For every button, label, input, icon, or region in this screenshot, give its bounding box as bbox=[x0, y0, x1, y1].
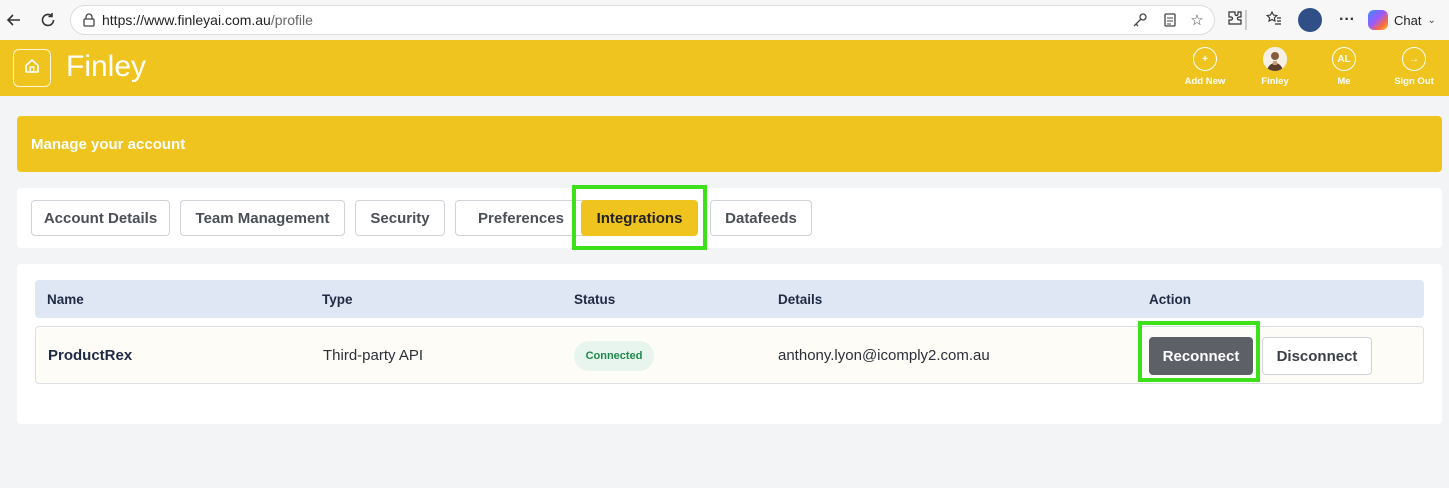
disconnect-button[interactable]: Disconnect bbox=[1262, 337, 1372, 375]
tab-account-details[interactable]: Account Details bbox=[31, 200, 170, 236]
finley-avatar-icon bbox=[1263, 47, 1287, 71]
manage-account-banner: Manage your account bbox=[17, 116, 1442, 172]
tab-preferences[interactable]: Preferences bbox=[455, 200, 587, 236]
tab-security[interactable]: Security bbox=[355, 200, 445, 236]
chat-label: Chat bbox=[1394, 12, 1422, 28]
home-icon bbox=[23, 57, 41, 80]
integration-details: anthony.lyon@icomply2.com.au bbox=[778, 347, 990, 364]
home-button[interactable] bbox=[13, 49, 51, 87]
finley-label: Finley bbox=[1261, 76, 1289, 87]
copilot-chat-button[interactable]: Chat ⌄ bbox=[1368, 7, 1448, 33]
status-badge: Connected bbox=[574, 341, 654, 371]
chevron-down-icon: ⌄ bbox=[1427, 14, 1436, 26]
divider bbox=[1245, 10, 1247, 30]
add-new-label: Add New bbox=[1184, 76, 1226, 87]
plus-icon: + bbox=[1193, 47, 1217, 71]
arrow-right-icon: → bbox=[1402, 47, 1426, 71]
sign-out-button[interactable]: → Sign Out bbox=[1384, 47, 1444, 87]
integration-name: ProductRex bbox=[48, 347, 133, 364]
favorite-star-icon[interactable]: ☆ bbox=[1188, 12, 1206, 30]
column-header-name: Name bbox=[47, 292, 84, 307]
lock-icon bbox=[81, 12, 97, 28]
favorites-icon[interactable] bbox=[1263, 9, 1285, 31]
url-path: /profile bbox=[270, 12, 313, 28]
tab-team-management[interactable]: Team Management bbox=[180, 200, 345, 236]
more-options-icon[interactable]: ··· bbox=[1336, 9, 1358, 31]
profile-avatar-icon[interactable] bbox=[1298, 8, 1322, 32]
tab-datafeeds[interactable]: Datafeeds bbox=[710, 200, 812, 236]
integrations-table: Name Type Status Details Action ProductR… bbox=[17, 264, 1442, 424]
integration-type: Third-party API bbox=[323, 347, 424, 364]
copilot-icon bbox=[1368, 10, 1388, 30]
sign-out-label: Sign Out bbox=[1394, 76, 1434, 87]
table-header: Name Type Status Details Action bbox=[35, 280, 1424, 318]
column-header-action: Action bbox=[1149, 292, 1191, 307]
key-icon[interactable] bbox=[1131, 12, 1149, 30]
extensions-icon[interactable] bbox=[1224, 9, 1246, 31]
account-tabs: Account Details Team Management Security… bbox=[17, 185, 1442, 250]
refresh-icon[interactable] bbox=[36, 8, 60, 32]
browser-toolbar: https://www.finleyai.com.au/profile ☆ ··… bbox=[0, 0, 1449, 41]
column-header-details: Details bbox=[778, 292, 823, 307]
integrations-highlight bbox=[572, 185, 707, 250]
column-header-status: Status bbox=[574, 292, 616, 307]
me-avatar: AL bbox=[1332, 47, 1356, 71]
me-button[interactable]: AL Me bbox=[1314, 47, 1374, 87]
app-header: Finley + Add New Finley AL Me → Sign Out bbox=[0, 40, 1449, 96]
url-text: https://www.finleyai.com.au/profile bbox=[102, 12, 313, 28]
address-bar[interactable]: https://www.finleyai.com.au/profile ☆ bbox=[70, 5, 1215, 35]
finley-profile-button[interactable]: Finley bbox=[1245, 47, 1305, 87]
me-label: Me bbox=[1337, 76, 1351, 87]
reader-mode-icon[interactable] bbox=[1161, 12, 1179, 30]
reconnect-highlight bbox=[1138, 321, 1260, 382]
back-icon[interactable] bbox=[2, 8, 26, 32]
banner-title: Manage your account bbox=[31, 136, 186, 153]
brand-title: Finley bbox=[66, 50, 147, 83]
column-header-type: Type bbox=[322, 292, 353, 307]
add-new-button[interactable]: + Add New bbox=[1175, 47, 1235, 87]
url-host: https://www.finleyai.com.au bbox=[102, 12, 271, 28]
